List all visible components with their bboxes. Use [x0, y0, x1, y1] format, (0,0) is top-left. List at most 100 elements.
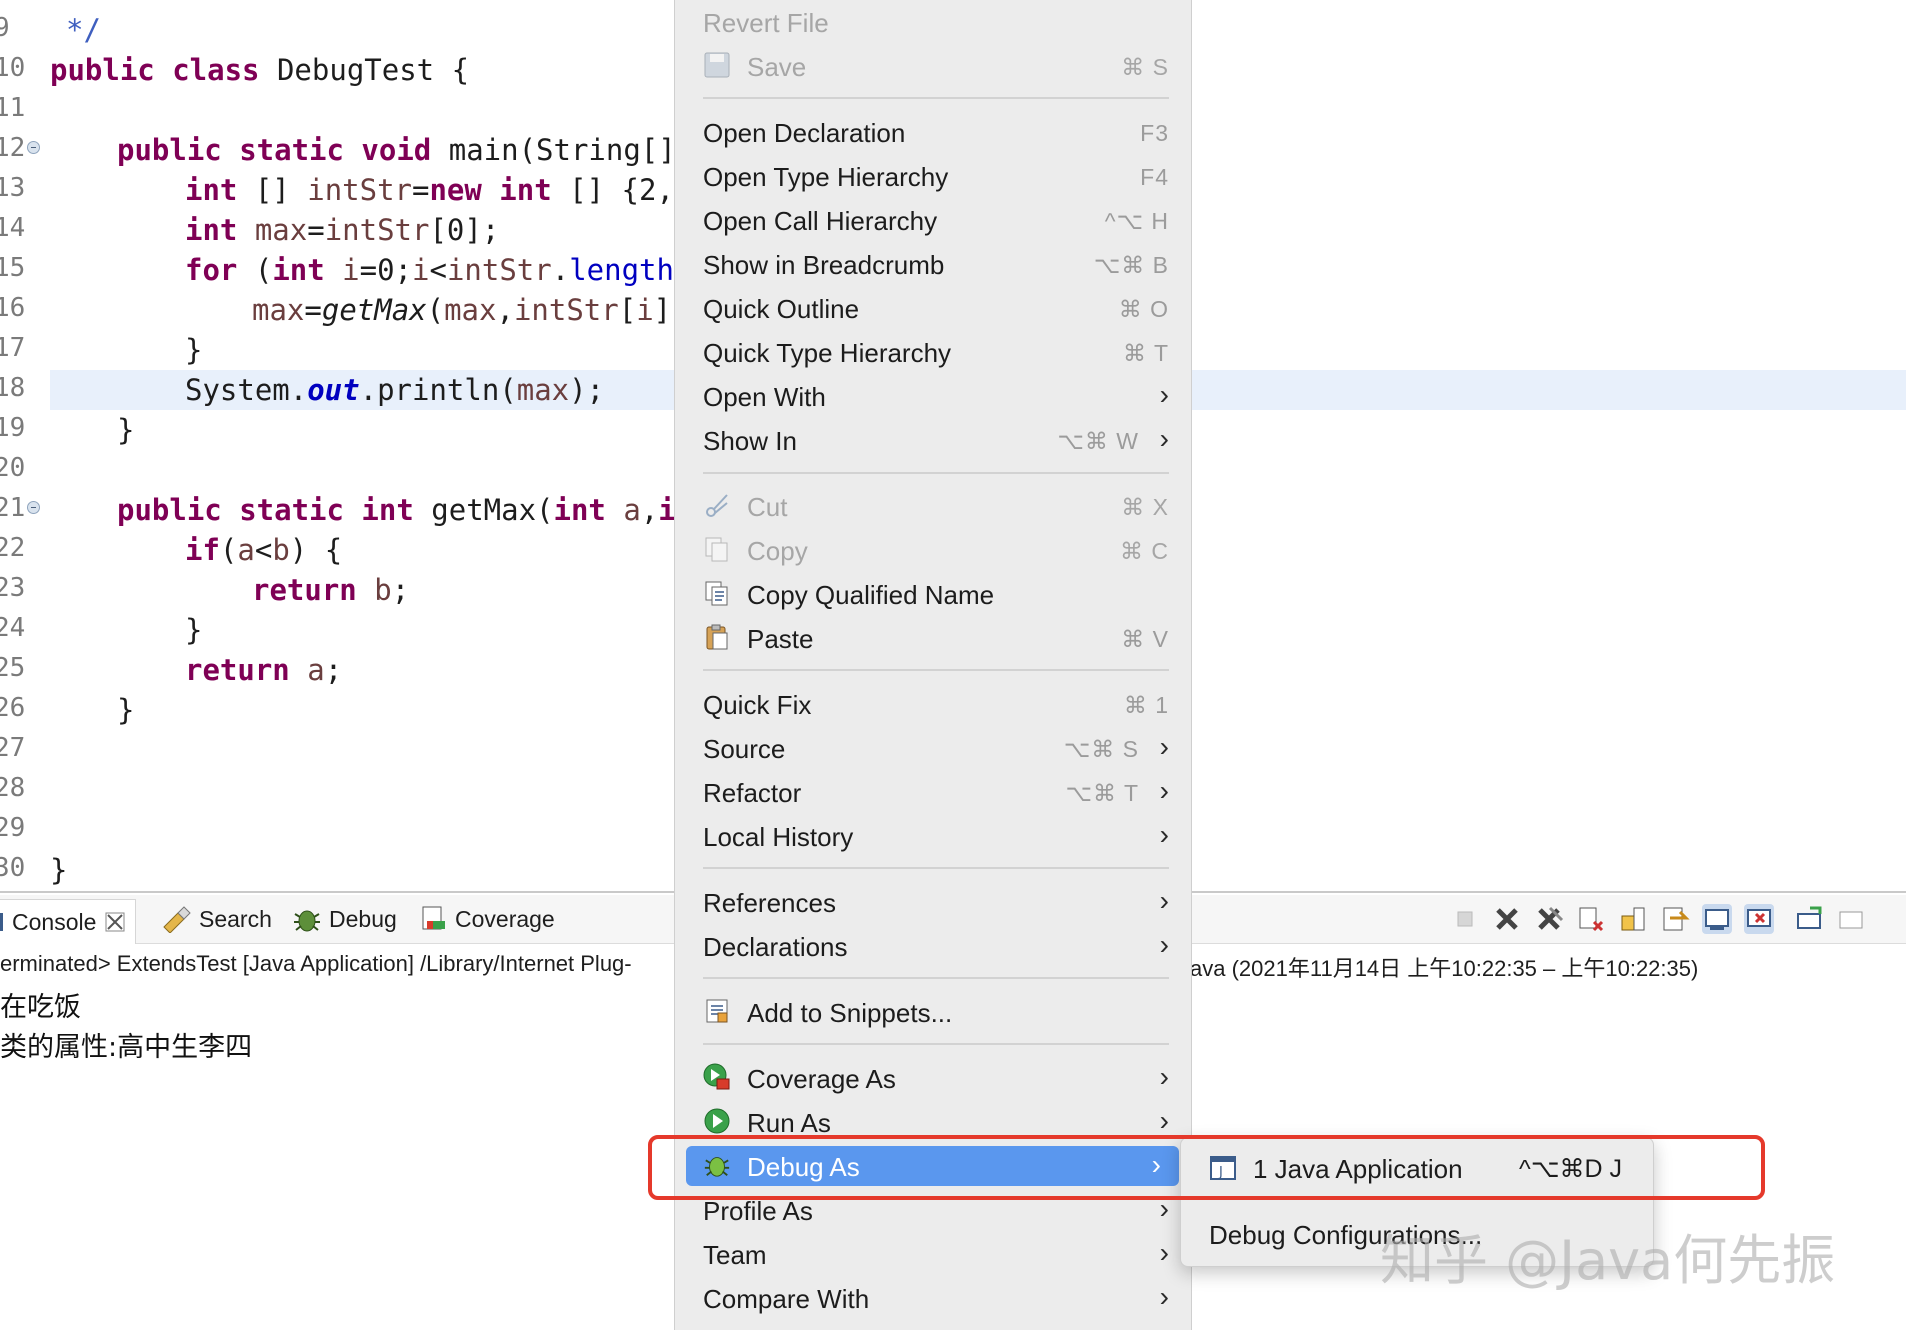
tab-search[interactable]: Search — [160, 901, 272, 937]
snippets-icon — [703, 997, 731, 1025]
chevron-right-icon: › — [1159, 423, 1169, 454]
bug-icon — [292, 904, 322, 934]
scissors-icon — [703, 491, 731, 519]
console-launch-status: erminated> ExtendsTest [Java Application… — [0, 951, 632, 976]
chevron-right-icon: › — [1159, 1105, 1169, 1136]
menu-item-local-history[interactable]: Local History › — [703, 816, 1169, 856]
menu-item-show-in[interactable]: Show In ⌥⌘ W › — [703, 420, 1169, 460]
show-on-output-icon[interactable] — [1702, 904, 1732, 934]
menu-item-refactor[interactable]: Refactor ⌥⌘ T › — [703, 772, 1169, 812]
line-number: 14 — [0, 213, 26, 243]
chevron-right-icon: › — [1159, 775, 1169, 806]
line-number: 17 — [0, 333, 26, 363]
chevron-right-icon: › — [1159, 1237, 1169, 1268]
menu-item-open-type-hierarchy[interactable]: Open Type Hierarchy F4 — [703, 156, 1169, 196]
tab-label: Search — [199, 905, 272, 932]
menu-item-copy-qualified-name[interactable]: Copy Qualified Name — [703, 574, 1169, 614]
menu-item-open-call-hierarchy[interactable]: Open Call Hierarchy ^⌥ H — [703, 200, 1169, 240]
line-number: 10 — [0, 53, 26, 83]
run-icon — [703, 1107, 731, 1135]
menu-item-quick-type-hierarchy[interactable]: Quick Type Hierarchy ⌘ T — [703, 332, 1169, 372]
code-text: public static void main(String[] — [117, 133, 676, 167]
tab-coverage[interactable]: Coverage — [420, 901, 555, 937]
code-text: } — [117, 693, 135, 727]
console-output-line: 类的属性:高中生李四 — [0, 1032, 253, 1063]
line-number: 11 — [0, 93, 26, 123]
line-number: 12 — [0, 133, 26, 163]
menu-separator — [703, 1043, 1169, 1045]
line-number: 20 — [0, 453, 26, 483]
menu-item-show-in-breadcrumb[interactable]: Show in Breadcrumb ⌥⌘ B — [703, 244, 1169, 284]
show-on-error-icon[interactable] — [1744, 904, 1774, 934]
save-icon — [703, 51, 731, 79]
menu-item-copy[interactable]: Copy ⌘ C — [703, 530, 1169, 570]
code-text: } — [117, 413, 135, 447]
coverage-run-icon — [703, 1063, 731, 1091]
line-number: 18 — [0, 373, 26, 403]
menu-item-open-declaration[interactable]: Open Declaration F3 — [703, 112, 1169, 152]
code-text: max=getMax(max,intStr[i]) — [252, 293, 689, 327]
remove-all-terminated-icon[interactable] — [1534, 904, 1564, 934]
line-number: 16 — [0, 293, 26, 323]
copy-qualified-name-icon — [703, 579, 731, 607]
menu-item-save[interactable]: Save ⌘ S — [703, 46, 1169, 86]
code-text: if(a<b) { — [185, 533, 343, 567]
clear-console-icon[interactable] — [1576, 904, 1606, 934]
menu-item-cut[interactable]: Cut ⌘ X — [703, 486, 1169, 526]
word-wrap-icon[interactable] — [1660, 904, 1690, 934]
tab-label: Console — [12, 908, 97, 935]
menu-item-source[interactable]: Source ⌥⌘ S › — [703, 728, 1169, 768]
fold-collapse-icon[interactable] — [27, 501, 40, 514]
watermark-text: 知乎 @Java何先振 — [1380, 1229, 1836, 1292]
menu-item-quick-outline[interactable]: Quick Outline ⌘ O — [703, 288, 1169, 328]
scroll-lock-icon[interactable] — [1618, 904, 1648, 934]
line-number: 21 — [0, 493, 26, 523]
line-number: 13 — [0, 173, 26, 203]
menu-item-paste[interactable]: Paste ⌘ V — [703, 618, 1169, 658]
menu-item-open-with[interactable]: Open With › — [703, 376, 1169, 416]
code-text: } — [185, 333, 203, 367]
line-number: 27 — [0, 733, 26, 763]
chevron-right-icon: › — [1159, 929, 1169, 960]
menu-item-references[interactable]: References › — [703, 882, 1169, 922]
chevron-right-icon: › — [1159, 379, 1169, 410]
fold-collapse-icon[interactable] — [27, 141, 40, 154]
code-text: System.out.println(max); — [185, 373, 605, 407]
tab-label: Coverage — [455, 905, 555, 932]
menu-item-revert-file[interactable]: Revert File — [703, 2, 1169, 42]
code-text: int [] intStr=new int [] {2,1 — [185, 173, 692, 207]
menu-item-quick-fix[interactable]: Quick Fix ⌘ 1 — [703, 684, 1169, 724]
remove-launch-icon[interactable] — [1492, 904, 1522, 934]
menu-item-team[interactable]: Team › — [703, 1234, 1169, 1274]
code-text: public static int getMax(int a,in — [117, 493, 693, 527]
tab-debug[interactable]: Debug — [292, 901, 397, 937]
chevron-right-icon: › — [1159, 1061, 1169, 1092]
open-console-icon[interactable] — [1836, 904, 1866, 934]
chevron-right-icon: › — [1159, 885, 1169, 916]
menu-separator — [703, 867, 1169, 869]
chevron-right-icon: › — [1159, 819, 1169, 850]
pin-console-icon[interactable] — [1794, 904, 1824, 934]
line-number: 26 — [0, 693, 26, 723]
menu-item-declarations[interactable]: Declarations › — [703, 926, 1169, 966]
tab-console[interactable]: Console — [0, 899, 137, 944]
code-text: int max=intStr[0]; — [185, 213, 500, 247]
chevron-right-icon: › — [1159, 1281, 1169, 1312]
console-launch-time: ava (2021年11月14日 上午10:22:35 – 上午10:22:35… — [1190, 956, 1699, 981]
close-icon[interactable] — [103, 910, 127, 934]
menu-item-compare-with[interactable]: Compare With › — [703, 1278, 1169, 1318]
line-number: 29 — [0, 813, 26, 843]
menu-item-add-to-snippets[interactable]: Add to Snippets... — [703, 992, 1169, 1032]
chevron-right-icon: › — [1159, 731, 1169, 762]
code-text: for (int i=0;i<intStr.length — [185, 253, 674, 287]
terminate-icon[interactable] — [1450, 904, 1480, 934]
line-number: 15 — [0, 253, 26, 283]
menu-item-coverage-as[interactable]: Coverage As › — [703, 1058, 1169, 1098]
coverage-icon — [420, 905, 448, 933]
context-menu: Revert File Save ⌘ S Open Declaration F3… — [674, 0, 1192, 1330]
menu-separator — [703, 472, 1169, 474]
line-number: 23 — [0, 573, 26, 603]
paste-icon — [703, 623, 731, 651]
line-number: 28 — [0, 773, 26, 803]
console-output-line: 在吃饭 — [0, 992, 81, 1023]
